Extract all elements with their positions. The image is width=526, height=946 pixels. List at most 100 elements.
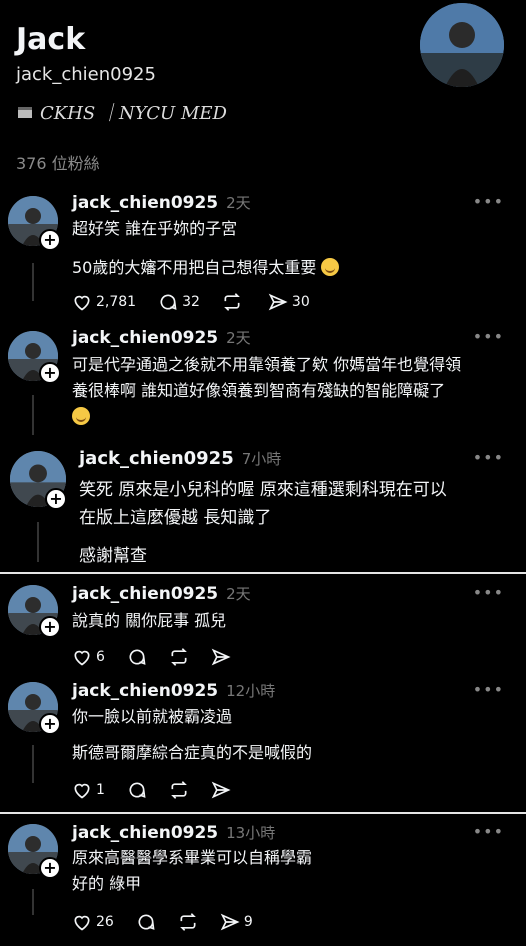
- grin-sweat-emoji-icon: [321, 258, 340, 276]
- comment-icon: [138, 914, 155, 930]
- like-count: 1: [96, 782, 105, 798]
- like-count: 26: [96, 914, 114, 930]
- post-username-text[interactable]: jack_chien0925: [72, 328, 218, 348]
- post-time: 7小時: [241, 450, 282, 468]
- post-emoji-line: [72, 404, 90, 430]
- post[interactable]: + jack_chien0925 7小時 ••• 笑死 原來是小兒科的喔 原來這種…: [0, 440, 526, 572]
- post-time: 2天: [226, 194, 251, 212]
- thread-line: [32, 889, 34, 915]
- post-time: 13小時: [226, 824, 276, 842]
- profile-bio: CKHS ｜NYCU MED: [18, 99, 227, 125]
- post-text-line: 笑死 原來是小兒科的喔 原來這種選剩科現在可以: [79, 480, 447, 500]
- post-text-line: 養很棒啊 誰知道好像領養到智商有殘缺的智能障礙了: [72, 381, 446, 400]
- post-username[interactable]: jack_chien0925 2天: [72, 192, 251, 213]
- post-actions: 6: [72, 647, 253, 667]
- post-username-text[interactable]: jack_chien0925: [72, 681, 218, 701]
- comment-icon: [129, 649, 146, 665]
- comment-button[interactable]: [127, 647, 147, 667]
- post-text-line: 感謝幫查: [79, 546, 147, 566]
- follow-plus-icon[interactable]: +: [39, 713, 61, 735]
- follow-plus-icon[interactable]: +: [39, 229, 61, 251]
- post-username[interactable]: jack_chien0925 13小時: [72, 822, 275, 843]
- heart-icon: [74, 915, 90, 931]
- post[interactable]: + jack_chien0925 13小時 ••• 原來高醫醫學系畢業可以自稱學霸…: [0, 815, 526, 946]
- follow-plus-icon[interactable]: +: [39, 616, 61, 638]
- repost-button[interactable]: [222, 292, 246, 312]
- follow-plus-icon[interactable]: +: [39, 362, 61, 384]
- thread-line: [32, 745, 34, 783]
- comment-button[interactable]: [136, 912, 156, 932]
- repost-icon: [171, 781, 187, 799]
- post-text-line: 超好笑 誰在乎妳的子宮: [72, 219, 238, 238]
- post[interactable]: + jack_chien0925 12小時 ••• 你一臉以前就被霸凌過 斯德哥爾…: [0, 675, 526, 810]
- post-username[interactable]: jack_chien0925 12小時: [72, 680, 275, 701]
- post-actions: 26 9: [72, 912, 275, 932]
- profile-avatar[interactable]: [420, 3, 504, 87]
- post[interactable]: + jack_chien0925 2天 ••• 說真的 關你屁事 孤兒 6: [0, 575, 526, 675]
- thread-line: [32, 395, 34, 435]
- send-icon: [211, 781, 231, 799]
- post-time: 12小時: [226, 682, 276, 700]
- send-icon: [220, 913, 240, 931]
- post[interactable]: + jack_chien0925 2天 ••• 可是代孕通過之後就不用靠領養了欸 …: [0, 320, 526, 440]
- share-count: 9: [243, 914, 253, 930]
- like-button[interactable]: 26: [72, 912, 114, 932]
- like-count: 2,781: [96, 294, 137, 310]
- repost-button[interactable]: [178, 912, 198, 932]
- post[interactable]: + jack_chien0925 2天 ••• 超好笑 誰在乎妳的子宮 50歲的大…: [0, 185, 526, 320]
- send-icon: [268, 293, 288, 311]
- post-username[interactable]: jack_chien0925 7小時: [79, 448, 281, 469]
- post-text-line: 可是代孕通過之後就不用靠領養了欸 你媽當年也覺得領: [72, 355, 462, 374]
- post-username-text[interactable]: jack_chien0925: [72, 584, 218, 604]
- post-text-line: 你一臉以前就被霸凌過: [72, 707, 233, 726]
- repost-icon: [179, 913, 196, 931]
- profile-bio-text: CKHS ｜NYCU MED: [40, 103, 227, 124]
- send-icon: [211, 648, 231, 666]
- share-button[interactable]: 30: [268, 292, 310, 312]
- more-horizontal-icon[interactable]: •••: [473, 192, 504, 211]
- post-actions: 1: [72, 780, 253, 800]
- follow-plus-icon[interactable]: +: [39, 857, 61, 879]
- post-text-line: 50歲的大嬸不用把自己想得太重要: [72, 258, 317, 277]
- share-button[interactable]: 9: [220, 912, 253, 932]
- post-actions: 2,781 32 30: [72, 292, 332, 312]
- divider: [0, 572, 526, 574]
- post-username-text[interactable]: jack_chien0925: [72, 193, 218, 213]
- like-button[interactable]: 2,781: [72, 292, 136, 312]
- more-horizontal-icon[interactable]: •••: [473, 583, 504, 602]
- more-horizontal-icon[interactable]: •••: [473, 822, 504, 841]
- more-horizontal-icon[interactable]: •••: [473, 448, 504, 467]
- like-count: 6: [96, 649, 105, 665]
- post-username[interactable]: jack_chien0925 2天: [72, 327, 251, 348]
- heart-icon: [74, 295, 90, 311]
- followers-count[interactable]: 376 位粉絲: [16, 150, 100, 174]
- like-button[interactable]: 1: [72, 780, 105, 800]
- repost-button[interactable]: [169, 647, 189, 667]
- comment-button[interactable]: 32: [158, 292, 200, 312]
- post-time: 2天: [226, 329, 251, 347]
- share-button[interactable]: [211, 780, 231, 800]
- post-text-line: 好的 綠甲: [72, 874, 142, 893]
- follow-plus-icon[interactable]: +: [45, 488, 67, 510]
- share-button[interactable]: [211, 647, 231, 667]
- heart-icon: [74, 783, 90, 799]
- comment-count: 32: [182, 294, 200, 310]
- more-horizontal-icon[interactable]: •••: [473, 680, 504, 699]
- post-text-line: 斯德哥爾摩綜合症真的不是喊假的: [72, 743, 313, 762]
- thread-line: [32, 263, 34, 301]
- more-horizontal-icon[interactable]: •••: [473, 327, 504, 346]
- post-text-line: 說真的 關你屁事 孤兒: [72, 611, 227, 630]
- comment-button[interactable]: [127, 780, 147, 800]
- post-time: 2天: [226, 585, 251, 603]
- post-username[interactable]: jack_chien0925 2天: [72, 583, 251, 604]
- post-text-line: 在版上這麼優越 長知識了: [79, 508, 272, 528]
- post-username-text[interactable]: jack_chien0925: [72, 823, 218, 843]
- thread-line: [37, 522, 39, 562]
- profile-header: Jack jack_chien0925 CKHS ｜NYCU MED 376 位…: [0, 0, 526, 173]
- profile-display-name: Jack: [16, 22, 86, 57]
- share-count: 30: [291, 294, 310, 310]
- post-username-text[interactable]: jack_chien0925: [79, 448, 234, 469]
- repost-button[interactable]: [169, 780, 189, 800]
- like-button[interactable]: 6: [72, 647, 105, 667]
- comment-icon: [160, 294, 177, 310]
